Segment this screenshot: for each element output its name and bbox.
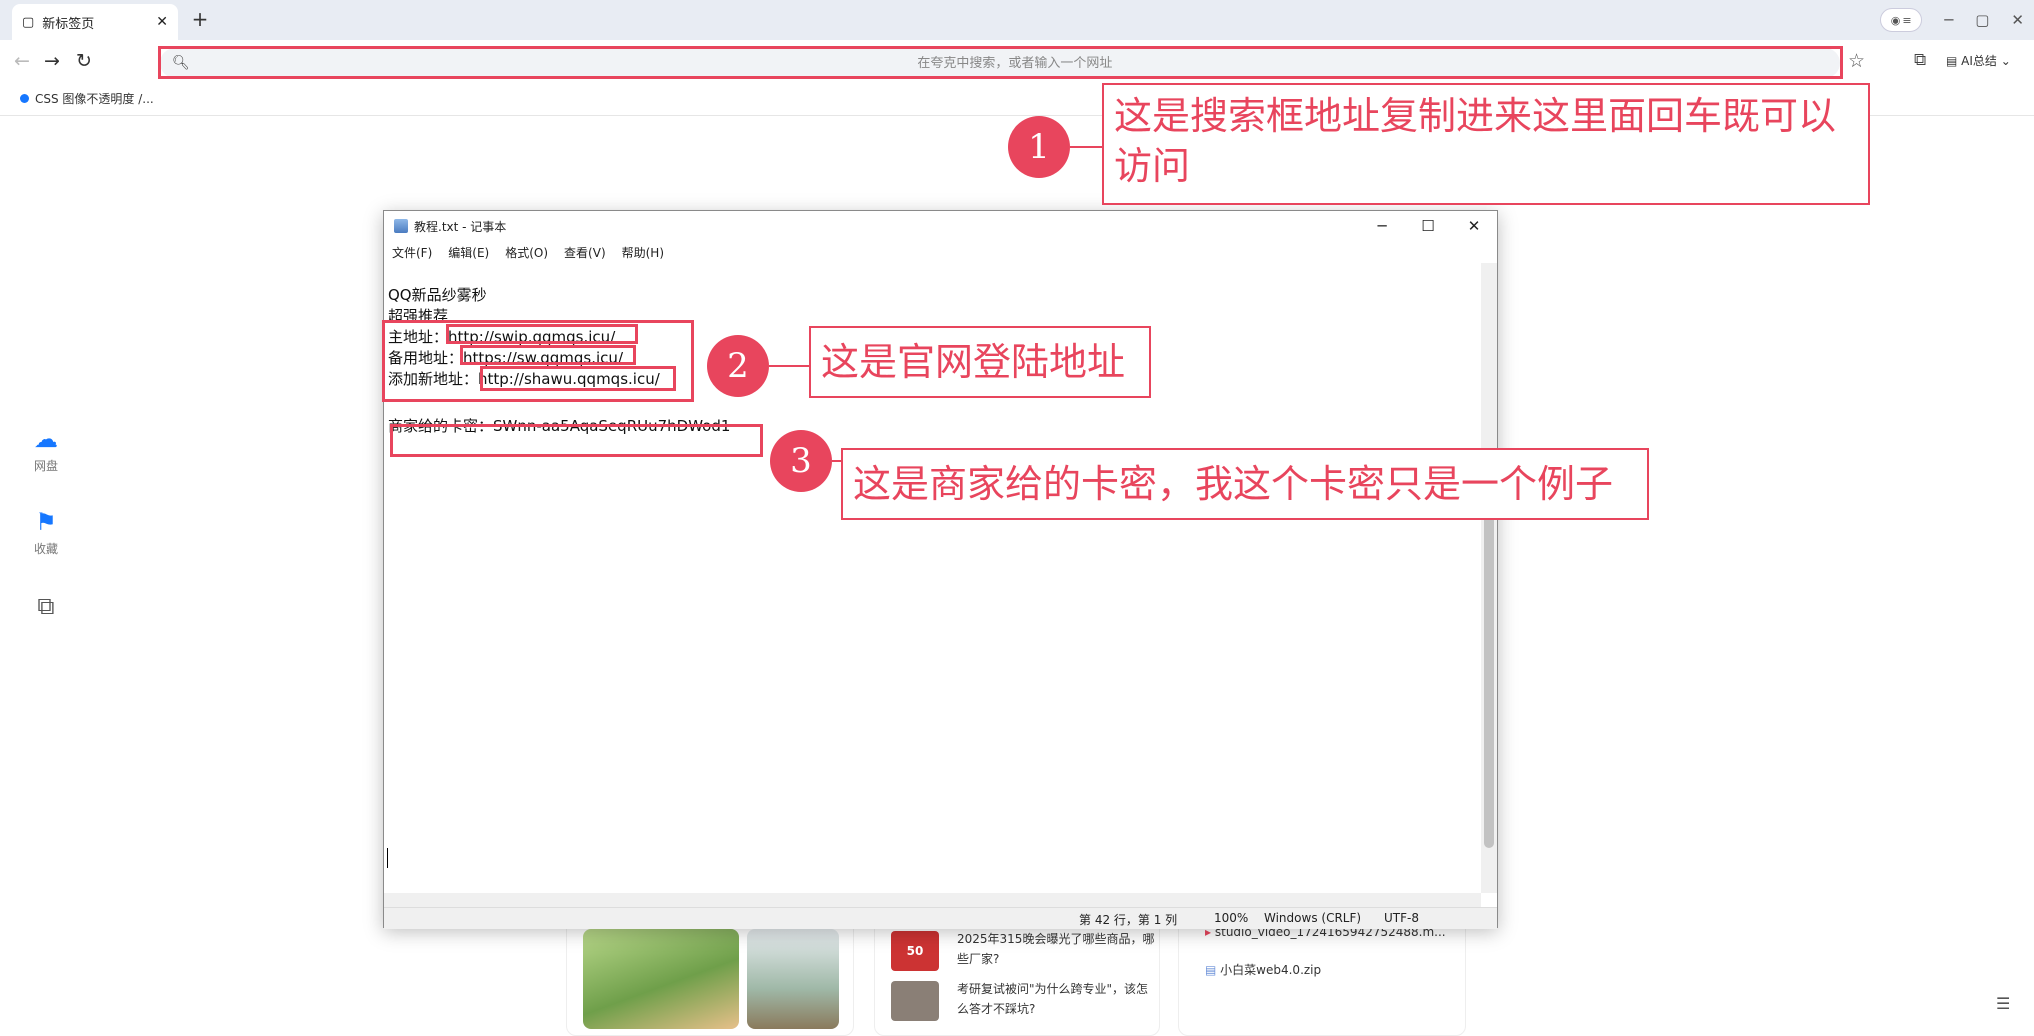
notepad-menubar: 文件(F) 编辑(E) 格式(O) 查看(V) 帮助(H) [384,241,664,263]
notepad-minimize-button[interactable]: ─ [1359,211,1405,241]
vertical-scrollbar[interactable] [1481,263,1497,893]
annotation-connector [1070,146,1104,148]
line-ending: Windows (CRLF) [1264,911,1362,925]
back-button[interactable]: ← [10,50,34,72]
cursor-position: 第 42 行，第 1 列 [1079,913,1178,927]
recent-files-card: ▸ studio_video_1724165942752488.m... ▤ 小… [1178,920,1466,1036]
close-tab-icon[interactable]: ✕ [156,14,168,30]
sidebar-item-window[interactable]: ⧉ [28,592,64,624]
text-cursor [387,848,388,868]
news-thumbnail[interactable] [891,981,939,1021]
tab-bar [0,0,2034,40]
reload-button[interactable]: ↻ [72,50,96,72]
notepad-window: 教程.txt - 记事本 ─ ☐ ✕ 文件(F) 编辑(E) 格式(O) 查看(… [383,210,1498,929]
annotation-number: 1 [1008,116,1070,178]
notepad-icon [394,219,408,233]
menu-format[interactable]: 格式(O) [505,244,548,261]
menu-icon: ≡ [1902,13,1912,27]
image-card[interactable] [566,920,854,1036]
news-item[interactable]: 2025年315晚会曝光了哪些商品，哪些厂家? [957,929,1157,969]
bookmark-icon: ⚑ [35,508,57,536]
window-icon: ⧉ [37,592,55,620]
annotation-callout: 这是商家给的卡密，我这个卡密只是一个例子 [841,448,1649,520]
ai-summary-button[interactable]: ▤ AI总结 ⌄ [1946,52,2011,69]
annotation-number: 2 [707,335,769,397]
bookmark-item[interactable]: CSS 图像不透明度 /... [20,90,154,107]
tab-title: 新标签页 [42,16,95,32]
file-item[interactable]: ▤ 小白菜web4.0.zip [1205,961,1321,978]
notepad-statusbar: 第 42 行，第 1 列 100% Windows (CRLF) UTF-8 [384,907,1497,929]
image-thumbnail[interactable] [583,929,739,1029]
forward-button[interactable]: → [40,50,64,72]
ai-icon: ▤ [1946,54,1958,68]
new-tab-button[interactable]: + [188,8,212,32]
notepad-close-button[interactable]: ✕ [1451,211,1497,241]
encoding: UTF-8 [1384,911,1419,925]
news-card: 50 2025年315晚会曝光了哪些商品，哪些厂家? 考研复试被问"为什么跨专业… [874,920,1160,1036]
close-window-button[interactable]: ✕ [2011,11,2024,29]
settings-sliders-icon[interactable]: ☰ [1996,994,2010,1013]
highlight-address-bar [158,46,1843,79]
notepad-window-controls: ─ ☐ ✕ [1359,211,1497,241]
notepad-maximize-button[interactable]: ☐ [1405,211,1451,241]
zip-file-icon: ▤ [1205,963,1217,977]
cloud-icon: ☁ [34,425,58,453]
highlight-key [390,424,763,457]
annotation-number: 3 [770,430,832,492]
menu-view[interactable]: 查看(V) [564,244,606,261]
avatar-icon: ◉ [1890,13,1901,27]
annotation-connector [769,365,811,367]
news-item[interactable]: 考研复试被问"为什么跨专业"，该怎么答才不踩坑? [957,979,1157,1019]
image-thumbnail[interactable] [747,929,839,1029]
sidebar-item-netdisk[interactable]: ☁ 网盘 [28,425,64,474]
extensions-icon[interactable]: ⧉ [1914,50,1926,70]
highlight-backup-url [460,345,636,365]
scrollbar-thumb[interactable] [1484,493,1494,848]
maximize-button[interactable]: ▢ [1975,11,1989,29]
menu-edit[interactable]: 编辑(E) [448,244,489,261]
highlight-new-url [480,366,676,391]
tab-new-tab[interactable]: ▢ 新标签页 ✕ [12,4,178,40]
minimize-button[interactable]: ─ [1944,11,1953,29]
menu-help[interactable]: 帮助(H) [622,244,664,261]
menu-file[interactable]: 文件(F) [392,244,432,261]
notepad-title: 教程.txt - 记事本 [414,219,507,234]
star-icon[interactable]: ☆ [1848,50,1865,72]
window-controls: ◉ ≡ ─ ▢ ✕ [1880,8,2024,32]
zoom-level: 100% [1214,911,1249,925]
bookmark-favicon-icon [20,94,29,103]
horizontal-scrollbar[interactable] [384,893,1481,907]
highlight-main-url [446,324,638,344]
news-thumbnail[interactable]: 50 [891,931,939,971]
tab-favicon-icon: ▢ [22,14,35,30]
sidebar-item-favorites[interactable]: ⚑ 收藏 [28,508,64,557]
profile-button[interactable]: ◉ ≡ [1880,8,1923,32]
notepad-titlebar: 教程.txt - 记事本 [384,211,1497,241]
text-line: QQ新品纱雾秒 [388,286,487,304]
annotation-callout: 这是搜索框地址复制进来这里面回车既可以访问 [1102,83,1870,205]
annotation-callout: 这是官网登陆地址 [809,326,1151,398]
